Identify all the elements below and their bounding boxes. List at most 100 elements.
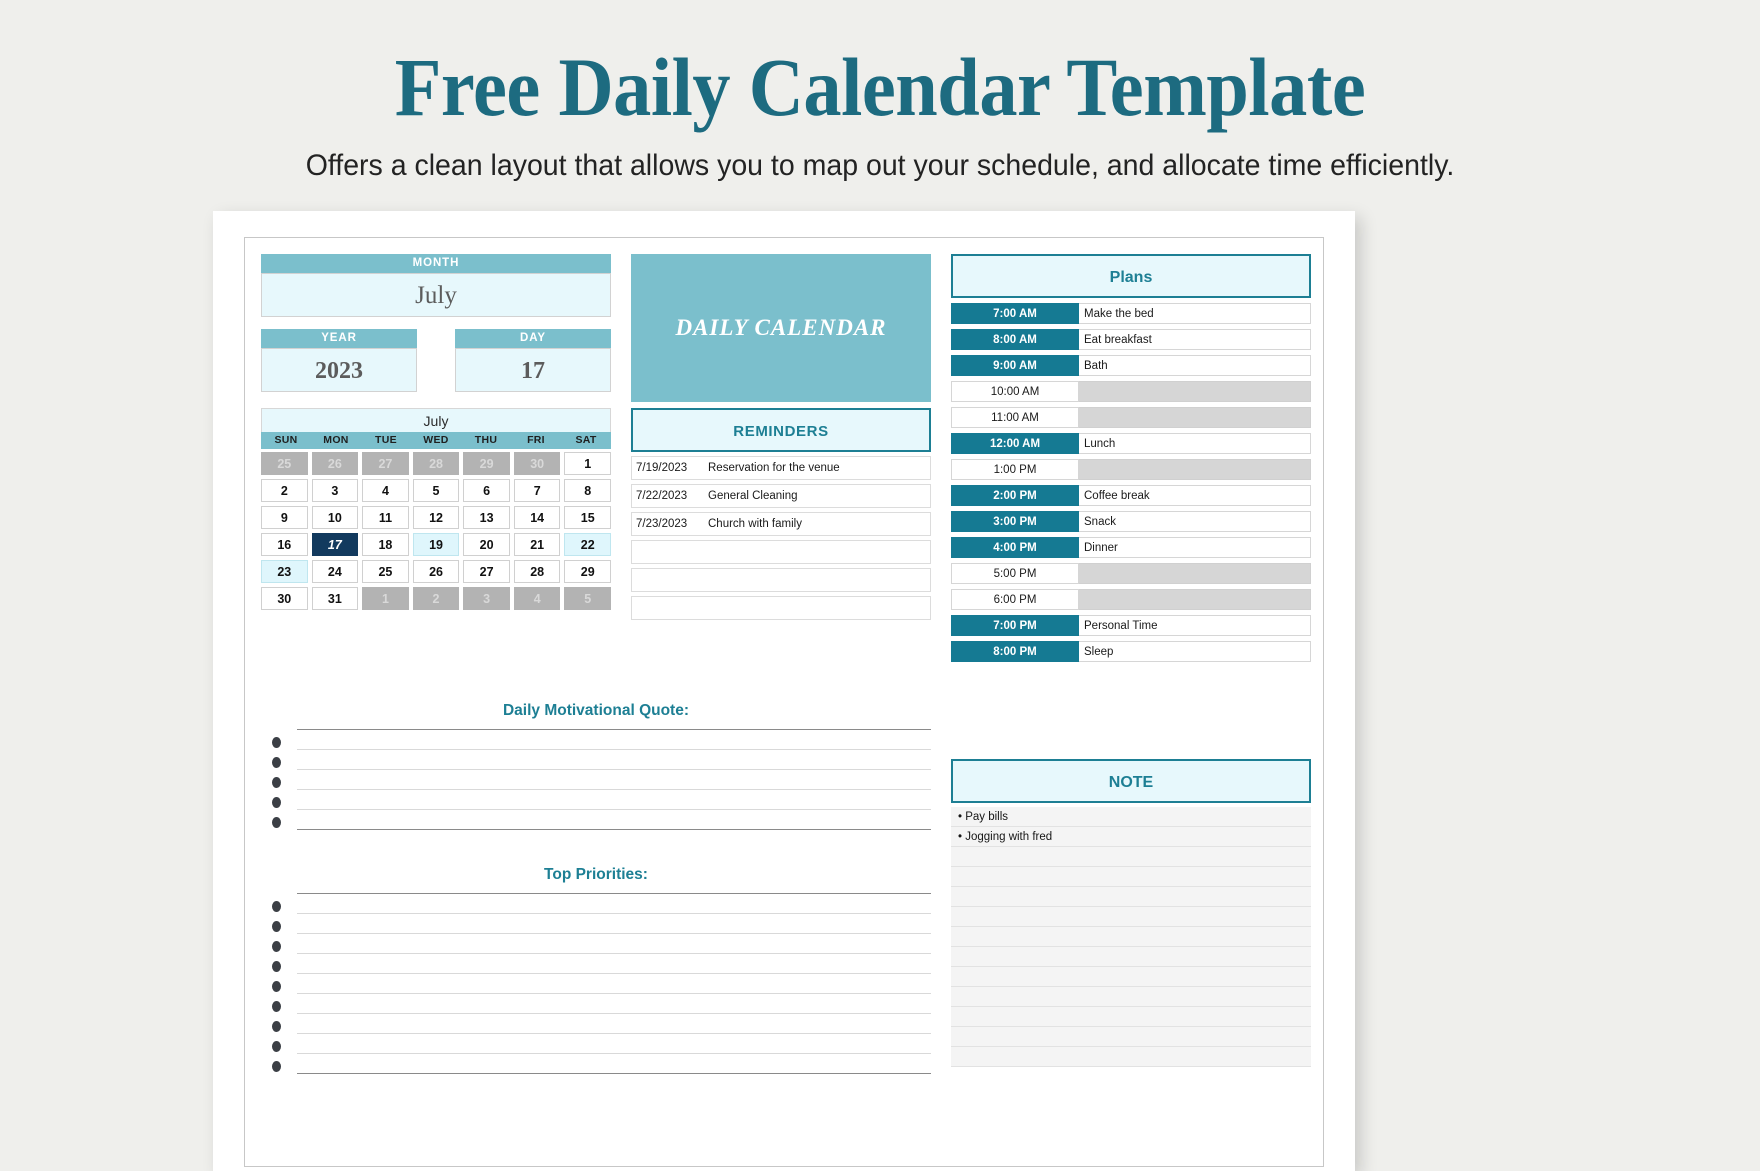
plan-row[interactable]: 7:00 AM Make the bed	[951, 303, 1311, 324]
calendar-day-cell[interactable]: 5	[412, 479, 460, 502]
calendar-day-cell[interactable]: 4	[362, 479, 409, 502]
plan-activity-text[interactable]: Coffee break	[1079, 485, 1311, 506]
note-line[interactable]	[951, 987, 1311, 1007]
calendar-day-cell[interactable]: 2	[261, 479, 308, 502]
calendar-day-cell[interactable]: 15	[564, 506, 612, 529]
plan-activity-text[interactable]: Sleep	[1079, 641, 1311, 662]
writing-line[interactable]	[272, 729, 931, 750]
calendar-day-cell[interactable]: 25	[261, 452, 308, 475]
note-line[interactable]	[951, 907, 1311, 927]
calendar-day-cell[interactable]: 29	[564, 560, 612, 583]
calendar-day-cell[interactable]: 16	[261, 533, 308, 556]
plan-row[interactable]: 12:00 AM Lunch	[951, 433, 1311, 454]
plan-row[interactable]: 9:00 AM Bath	[951, 355, 1311, 376]
calendar-day-cell[interactable]: 22	[564, 533, 612, 556]
plan-activity-text[interactable]	[1079, 589, 1311, 610]
calendar-day-cell[interactable]: 29	[463, 452, 510, 475]
plan-activity-text[interactable]: Eat breakfast	[1079, 329, 1311, 350]
reminder-row[interactable]	[631, 596, 931, 620]
plan-activity-text[interactable]: Personal Time	[1079, 615, 1311, 636]
calendar-day-cell[interactable]: 20	[463, 533, 510, 556]
plan-activity-text[interactable]	[1079, 563, 1311, 584]
plan-row[interactable]: 5:00 PM	[951, 563, 1311, 584]
calendar-day-cell[interactable]: 30	[261, 587, 308, 610]
calendar-day-cell[interactable]: 10	[311, 506, 359, 529]
note-line[interactable]	[951, 1047, 1311, 1067]
day-value-cell[interactable]: 17	[455, 348, 611, 392]
writing-line[interactable]	[272, 934, 931, 954]
year-value-cell[interactable]: 2023	[261, 348, 417, 392]
calendar-day-cell[interactable]: 6	[463, 479, 510, 502]
calendar-day-cell[interactable]: 27	[463, 560, 510, 583]
calendar-day-cell[interactable]: 1	[362, 587, 409, 610]
note-line[interactable]	[951, 947, 1311, 967]
plan-activity-text[interactable]: Dinner	[1079, 537, 1311, 558]
note-line[interactable]	[951, 867, 1311, 887]
plan-row[interactable]: 10:00 AM	[951, 381, 1311, 402]
plan-row[interactable]: 7:00 PM Personal Time	[951, 615, 1311, 636]
calendar-day-cell[interactable]: 13	[463, 506, 510, 529]
reminder-row[interactable]: 7/19/2023 Reservation for the venue	[631, 456, 931, 480]
note-line[interactable]	[951, 927, 1311, 947]
calendar-day-cell[interactable]: 28	[513, 560, 561, 583]
writing-line[interactable]	[272, 790, 931, 810]
calendar-day-cell[interactable]: 9	[261, 506, 308, 529]
plan-row[interactable]: 2:00 PM Coffee break	[951, 485, 1311, 506]
calendar-day-cell[interactable]: 5	[564, 587, 612, 610]
plan-row[interactable]: 11:00 AM	[951, 407, 1311, 428]
writing-line[interactable]	[272, 770, 931, 790]
calendar-day-cell[interactable]: 2	[412, 587, 460, 610]
plan-row[interactable]: 8:00 PM Sleep	[951, 641, 1311, 662]
note-line[interactable]	[951, 847, 1311, 867]
calendar-day-cell[interactable]: 12	[412, 506, 460, 529]
note-line[interactable]	[951, 1007, 1311, 1027]
writing-line[interactable]	[272, 1054, 931, 1074]
writing-line[interactable]	[272, 914, 931, 934]
reminder-row[interactable]: 7/22/2023 General Cleaning	[631, 484, 931, 508]
writing-line[interactable]	[272, 994, 931, 1014]
reminder-row[interactable]	[631, 568, 931, 592]
calendar-day-cell[interactable]: 23	[261, 560, 308, 583]
calendar-day-cell[interactable]: 14	[513, 506, 561, 529]
plan-activity-text[interactable]: Make the bed	[1079, 303, 1311, 324]
calendar-day-cell[interactable]: 18	[362, 533, 409, 556]
writing-line[interactable]	[272, 810, 931, 830]
calendar-day-cell[interactable]: 8	[564, 479, 612, 502]
reminder-row[interactable]: 7/23/2023 Church with family	[631, 512, 931, 536]
calendar-day-cell[interactable]: 26	[412, 560, 460, 583]
calendar-day-cell[interactable]: 24	[311, 560, 359, 583]
calendar-day-cell[interactable]: 3	[463, 587, 510, 610]
calendar-day-cell[interactable]: 30	[513, 452, 561, 475]
writing-line[interactable]	[272, 893, 931, 914]
calendar-day-cell[interactable]: 1	[564, 452, 612, 475]
plan-activity-text[interactable]: Bath	[1079, 355, 1311, 376]
plan-row[interactable]: 1:00 PM	[951, 459, 1311, 480]
writing-line[interactable]	[272, 750, 931, 770]
note-line[interactable]	[951, 887, 1311, 907]
reminder-row[interactable]	[631, 540, 931, 564]
plan-row[interactable]: 3:00 PM Snack	[951, 511, 1311, 532]
plan-row[interactable]: 6:00 PM	[951, 589, 1311, 610]
writing-line[interactable]	[272, 1034, 931, 1054]
plan-row[interactable]: 4:00 PM Dinner	[951, 537, 1311, 558]
plan-activity-text[interactable]	[1079, 459, 1311, 480]
calendar-day-cell[interactable]: 31	[311, 587, 359, 610]
calendar-day-cell[interactable]: 11	[362, 506, 409, 529]
plan-activity-text[interactable]	[1079, 407, 1311, 428]
calendar-day-cell[interactable]: 26	[311, 452, 359, 475]
plan-activity-text[interactable]	[1079, 381, 1311, 402]
writing-line[interactable]	[272, 974, 931, 994]
calendar-day-cell[interactable]: 28	[412, 452, 460, 475]
plan-row[interactable]: 8:00 AM Eat breakfast	[951, 329, 1311, 350]
plan-activity-text[interactable]: Snack	[1079, 511, 1311, 532]
writing-line[interactable]	[272, 954, 931, 974]
calendar-day-cell[interactable]: 3	[311, 479, 359, 502]
writing-line[interactable]	[272, 1014, 931, 1034]
month-value-cell[interactable]: July	[261, 273, 611, 317]
calendar-day-cell[interactable]: 25	[362, 560, 409, 583]
note-line[interactable]: • Jogging with fred	[951, 827, 1311, 847]
note-line[interactable]	[951, 1027, 1311, 1047]
calendar-day-cell[interactable]: 17	[311, 533, 359, 556]
calendar-day-cell[interactable]: 4	[513, 587, 561, 610]
calendar-day-cell[interactable]: 19	[412, 533, 460, 556]
